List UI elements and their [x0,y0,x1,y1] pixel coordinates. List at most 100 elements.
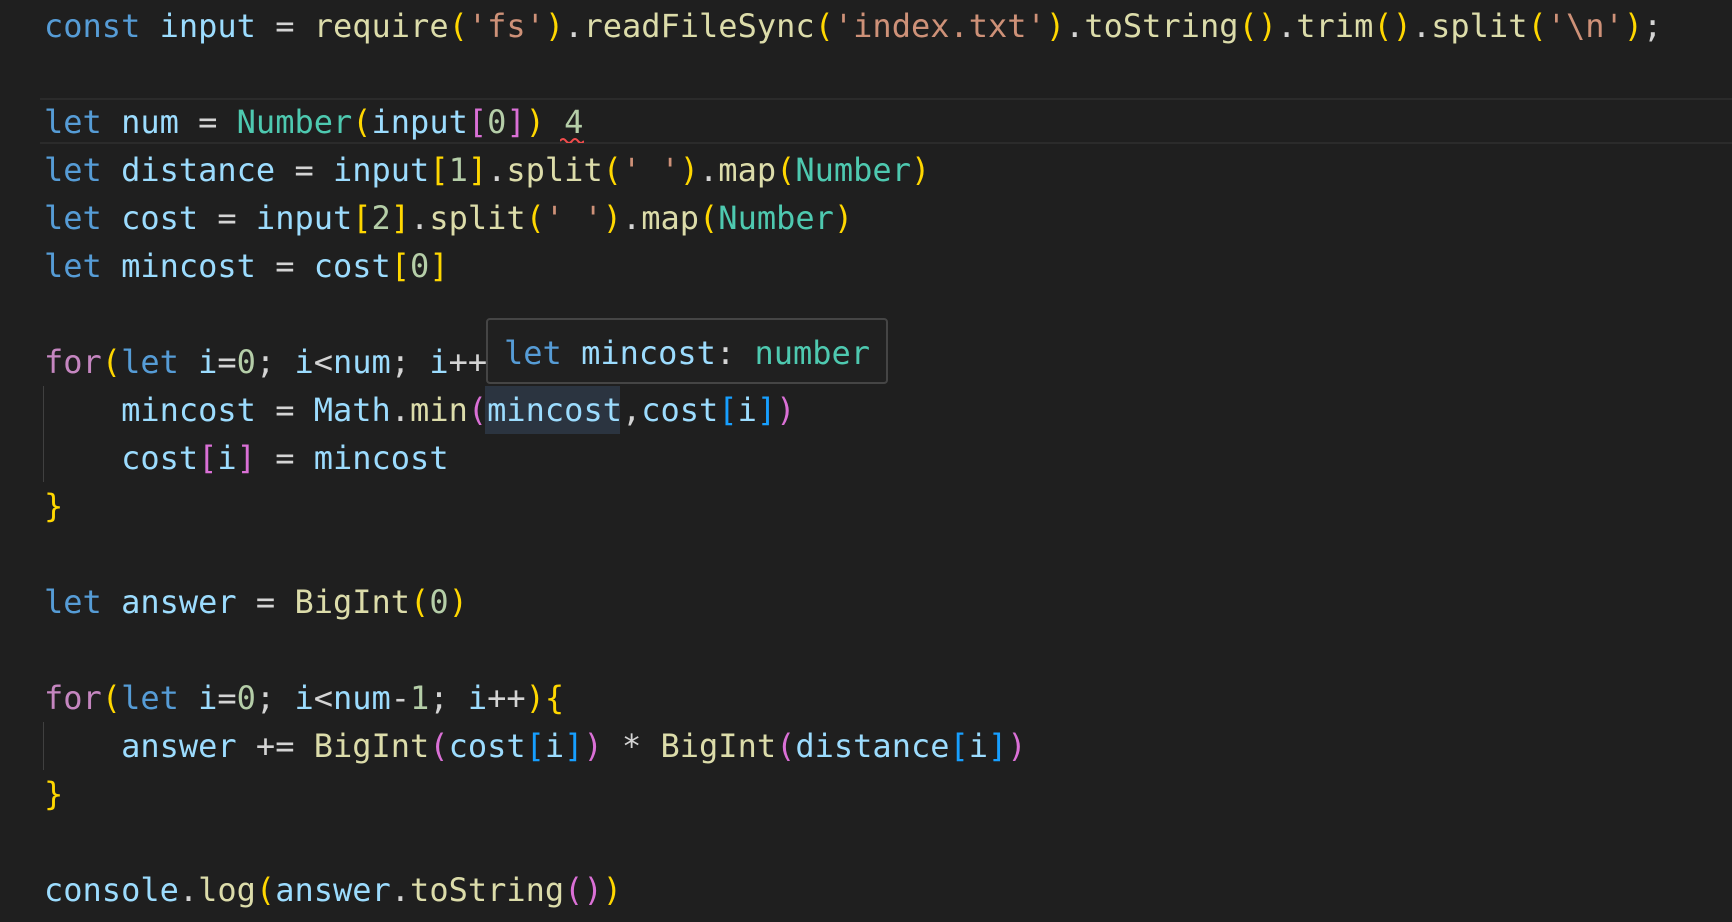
code-token: map [718,151,777,189]
code-token: [ [525,727,545,765]
code-token: [ [718,391,738,429]
code-editor[interactable]: const input = require('fs').readFileSync… [0,0,1732,922]
code-token: = [198,199,256,237]
code-token: . [1065,7,1085,45]
code-token: < [313,343,333,381]
code-token: i [429,343,449,381]
code-token: ( [429,727,449,765]
code-token: ) [544,7,565,45]
code-token: trim [1296,7,1374,45]
code-token: = [255,247,314,285]
code-token: } [44,487,64,525]
code-token: distance [121,151,276,189]
code-token: ( [352,103,372,141]
code-token: answer [121,583,237,621]
code-line[interactable]: mincost = Math.min(mincost,cost[i]) [44,386,795,434]
code-line[interactable]: let distance = input[1].split(' ').map(N… [44,146,930,194]
code-token: [ [198,439,218,477]
code-token: = [255,439,314,477]
code-token: i [198,679,218,717]
code-line[interactable]: console.log(answer.toString()) [44,866,622,914]
code-token: i [294,343,314,381]
hover-colon: : [715,334,736,372]
code-token: () [564,871,603,909]
code-token: distance [795,727,950,765]
code-token: 4 [564,103,584,141]
code-line[interactable]: } [44,770,63,818]
code-token: ( [776,727,796,765]
code-token: i [294,679,314,717]
code-token: [ [467,103,488,141]
code-token: 0 [487,103,507,141]
code-token: 0 [236,343,256,381]
code-token: ] [390,199,411,237]
code-token: ) [602,871,622,909]
code-token: } [44,775,64,813]
code-token: ) [525,103,545,141]
code-line[interactable]: let num = Number(input[0]) 4 [44,98,583,146]
code-line[interactable]: let answer = BigInt(0) [44,578,468,626]
code-token: < [313,679,333,717]
code-token: . [1411,7,1432,45]
code-line[interactable]: answer += BigInt(cost[i]) * BigInt(dista… [44,722,1026,770]
code-line[interactable]: for(let i=0; i<num; i++ [44,338,487,386]
code-token: { [544,679,565,717]
code-token: ' ' [544,199,603,237]
code-token: ) [776,391,796,429]
code-token: i [968,727,989,765]
code-token: 1 [448,151,468,189]
code-token: () [1373,7,1412,45]
code-token: cost [313,247,391,285]
code-token: ] [236,439,256,477]
code-token: ( [776,151,796,189]
code-line[interactable]: cost[i] = mincost [44,434,449,482]
code-token: - [390,679,411,717]
code-token: toString [1084,7,1239,45]
hover-symbol-name: mincost [581,334,716,372]
code-token: 'fs' [467,7,545,45]
code-token: Number [795,151,911,189]
code-token: num [121,103,179,141]
code-token: ] [988,727,1008,765]
error-squiggle [560,138,584,143]
code-token: let [44,151,102,189]
code-token: BigInt [294,583,411,621]
code-token: ) [448,583,468,621]
code-line[interactable]: let mincost = cost[0] [44,242,449,290]
code-token: min [410,391,468,429]
code-token: cost [448,727,526,765]
code-line[interactable]: } [44,482,63,530]
code-token: 2 [371,199,391,237]
code-line[interactable]: let cost = input[2].split(' ').map(Numbe… [44,194,853,242]
code-token: num [332,343,391,381]
code-token: for [44,343,102,381]
code-token: ( [699,199,719,237]
code-line[interactable]: const input = require('fs').readFileSync… [44,2,1662,50]
code-token: () [1238,7,1277,45]
code-token: ) [910,151,931,189]
code-token: ) [679,151,700,189]
code-token: mincost [487,391,622,429]
code-token: 1 [410,679,430,717]
code-token: . [410,199,430,237]
hover-keyword: let [504,334,562,372]
code-line[interactable]: for(let i=0; i<num-1; i++){ [44,674,564,722]
code-token: map [641,199,700,237]
code-token: console [44,871,179,909]
code-token: [ [949,727,969,765]
code-token: ( [448,7,468,45]
code-token: ( [1527,7,1547,45]
code-token: = [255,391,314,429]
code-token: ++ [448,343,488,381]
code-token: ; [255,679,295,717]
code-token: cost [121,439,199,477]
code-token: 0 [410,247,430,285]
code-token: ( [101,679,122,717]
